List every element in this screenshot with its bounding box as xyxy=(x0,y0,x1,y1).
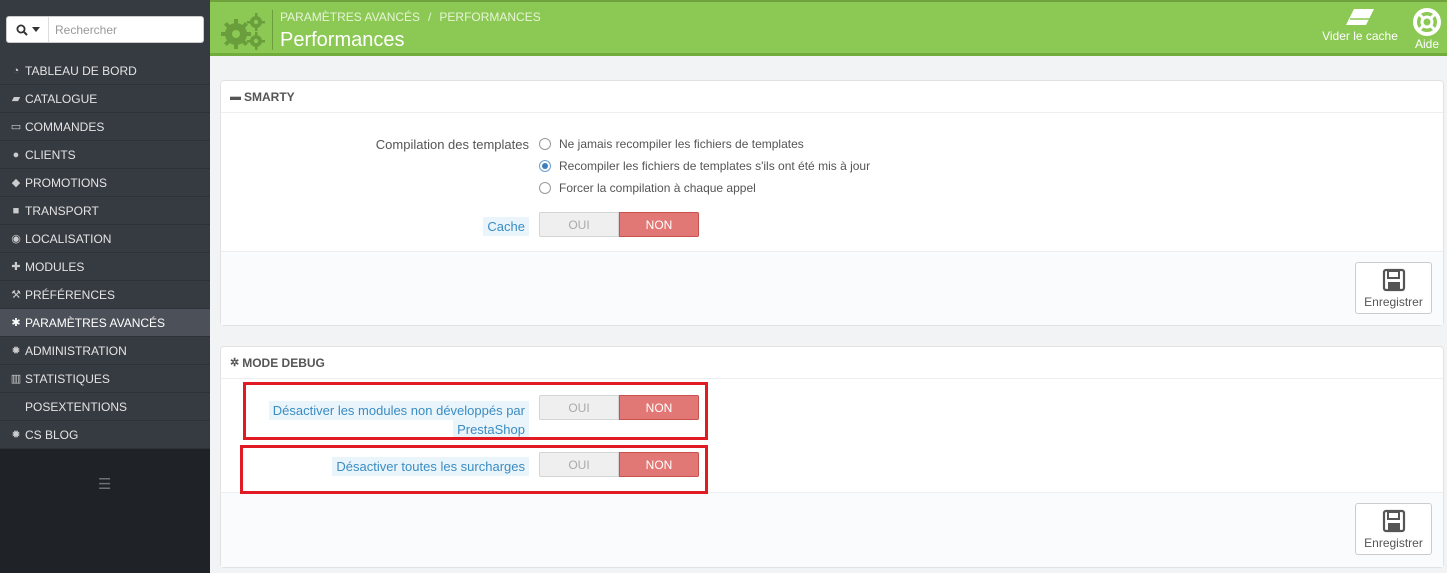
bar-chart-icon: ▥ xyxy=(10,373,22,385)
search-icon xyxy=(16,24,28,36)
save-label: Enregistrer xyxy=(1364,295,1423,309)
page-header: PARAMÈTRES AVANCÉS / PERFORMANCES Perfor… xyxy=(210,0,1447,56)
globe-icon: ◉ xyxy=(11,233,21,245)
sidebar-item-label: MODULES xyxy=(25,259,85,274)
sidebar-item-dashboard[interactable]: ◔ TABLEAU DE BORD xyxy=(0,57,210,85)
sidebar-item-posextentions[interactable]: ·POSEXTENTIONS xyxy=(0,393,210,421)
radio-label: Forcer la compilation à chaque appel xyxy=(559,181,756,195)
sidebar-item-orders[interactable]: ▭ COMMANDES xyxy=(0,113,210,141)
truck-icon: ■ xyxy=(12,204,20,217)
clear-cache-button[interactable]: Vider le cache xyxy=(1320,8,1400,43)
search-scope-button[interactable] xyxy=(7,17,49,42)
sidebar-item-label: CLIENTS xyxy=(25,147,76,162)
sidebar: ◔ TABLEAU DE BORD ▰ CATALOGUE ▭COMMANDES ●… xyxy=(0,0,210,573)
sidebar-item-label: PARAMÈTRES AVANCÉS xyxy=(25,315,166,330)
page-title: Performances xyxy=(280,29,405,51)
wrench-icon: ⚒ xyxy=(11,289,21,301)
cog-icon: ✹ xyxy=(11,345,21,357)
main-content: ▬ SMARTY Compilation des templates Ne ja… xyxy=(210,56,1447,573)
users-icon: ● xyxy=(12,148,20,161)
sidebar-item-label: COMMANDES xyxy=(25,119,105,134)
sidebar-item-modules[interactable]: ✚ MODULES xyxy=(0,253,210,281)
sidebar-item-label: POSEXTENTIONS xyxy=(25,399,128,414)
sidebar-item-label: LOCALISATION xyxy=(25,231,112,246)
header-separator xyxy=(272,10,273,50)
sidebar-item-localization[interactable]: ◉ LOCALISATION xyxy=(0,225,210,253)
radio-button-checked[interactable] xyxy=(539,160,551,172)
caret-down-icon xyxy=(31,26,40,32)
sidebar-item-advanced-parameters[interactable]: ✱ PARAMÈTRES AVANCÉS xyxy=(0,309,210,337)
cog-icon: ✹ xyxy=(11,429,21,441)
highlight-box-disable-overrides xyxy=(240,445,708,494)
sidebar-item-cs-blog[interactable]: ✹ CS BLOG xyxy=(0,421,210,449)
search-input[interactable] xyxy=(55,17,200,42)
cogs-icon: ✱ xyxy=(11,317,21,329)
help-label: Aide xyxy=(1414,37,1440,51)
debug-panel-footer: Enregistrer xyxy=(221,492,1443,567)
lifebuoy-icon xyxy=(1413,8,1441,36)
credit-card-icon: ▭ xyxy=(10,121,22,133)
debug-panel-heading: ✲ MODE DEBUG xyxy=(221,347,1443,379)
tags-icon: ◆ xyxy=(11,177,21,189)
sidebar-item-preferences[interactable]: ⚒ PRÉFÉRENCES xyxy=(0,281,210,309)
debug-save-button[interactable]: Enregistrer xyxy=(1355,503,1432,555)
collapse-menu-icon[interactable]: ☰ xyxy=(98,475,111,493)
cache-label: Cache xyxy=(261,217,529,236)
sidebar-item-label: TABLEAU DE BORD xyxy=(25,63,137,78)
dashboard-icon: ◔ xyxy=(12,64,20,77)
smarty-save-button[interactable]: Enregistrer xyxy=(1355,262,1432,314)
sidebar-item-catalog[interactable]: ▰ CATALOGUE xyxy=(0,85,210,113)
breadcrumb-item[interactable]: PARAMÈTRES AVANCÉS xyxy=(280,10,420,24)
sidebar-item-label: ADMINISTRATION xyxy=(25,343,127,358)
smarty-heading: SMARTY xyxy=(244,89,295,104)
sidebar-item-shipping[interactable]: ■ TRANSPORT xyxy=(0,197,210,225)
menu-collapse-area: ☰ xyxy=(0,449,210,573)
cache-label-text: Cache xyxy=(483,217,529,236)
sidebar-item-label: TRANSPORT xyxy=(25,203,99,218)
smarty-panel: ▬ SMARTY Compilation des templates Ne ja… xyxy=(220,80,1444,326)
help-button[interactable]: Aide xyxy=(1409,8,1445,51)
sidebar-item-administration[interactable]: ✹ ADMINISTRATION xyxy=(0,337,210,365)
puzzle-icon: ✚ xyxy=(11,261,21,273)
search-box xyxy=(6,16,204,43)
compilation-option-always[interactable]: Forcer la compilation à chaque appel xyxy=(539,181,756,195)
breadcrumb: PARAMÈTRES AVANCÉS / PERFORMANCES xyxy=(280,10,541,24)
bug-icon: ✲ xyxy=(230,357,240,369)
compilation-option-if-updated[interactable]: Recompiler les fichiers de templates s'i… xyxy=(539,159,870,173)
sidebar-item-customers[interactable]: ● CLIENTS xyxy=(0,141,210,169)
clear-cache-label: Vider le cache xyxy=(1322,29,1398,43)
compilation-option-never[interactable]: Ne jamais recompiler les fichiers de tem… xyxy=(539,137,804,151)
radio-button[interactable] xyxy=(539,138,551,150)
sidebar-menu: ◔ TABLEAU DE BORD ▰ CATALOGUE ▭ COMMANDES ●… xyxy=(0,57,210,449)
highlight-box-disable-modules xyxy=(243,382,708,440)
radio-label: Ne jamais recompiler les fichiers de tem… xyxy=(559,137,804,151)
smarty-panel-footer: Enregistrer xyxy=(221,251,1443,325)
gears-icon xyxy=(221,13,265,50)
cache-switch-yes[interactable]: OUI xyxy=(539,212,619,237)
debug-heading: MODE DEBUG xyxy=(242,355,325,370)
sidebar-item-statistics[interactable]: ▥ STATISTIQUES xyxy=(0,365,210,393)
cache-switch[interactable]: OUI NON xyxy=(539,212,699,237)
sidebar-item-label: CS BLOG xyxy=(25,427,79,442)
breadcrumb-item[interactable]: PERFORMANCES xyxy=(439,10,540,24)
sidebar-item-label: STATISTIQUES xyxy=(25,371,110,386)
sidebar-item-promotions[interactable]: ◆ PROMOTIONS xyxy=(0,169,210,197)
compilation-label: Compilation des templates xyxy=(375,137,529,152)
eraser-icon xyxy=(1346,9,1374,25)
sidebar-item-label: CATALOGUE xyxy=(25,91,98,106)
cache-switch-no[interactable]: NON xyxy=(619,212,699,237)
save-label: Enregistrer xyxy=(1364,536,1423,550)
sidebar-item-label: PRÉFÉRENCES xyxy=(25,287,116,302)
save-icon xyxy=(1382,509,1405,533)
sidebar-item-label: PROMOTIONS xyxy=(25,175,108,190)
smarty-panel-heading: ▬ SMARTY xyxy=(221,81,1443,113)
briefcase-icon: ▬ xyxy=(230,90,241,103)
radio-label: Recompiler les fichiers de templates s'i… xyxy=(559,159,871,173)
book-icon: ▰ xyxy=(11,93,21,105)
breadcrumb-separator: / xyxy=(428,10,432,24)
save-icon xyxy=(1382,268,1405,292)
radio-button[interactable] xyxy=(539,182,551,194)
